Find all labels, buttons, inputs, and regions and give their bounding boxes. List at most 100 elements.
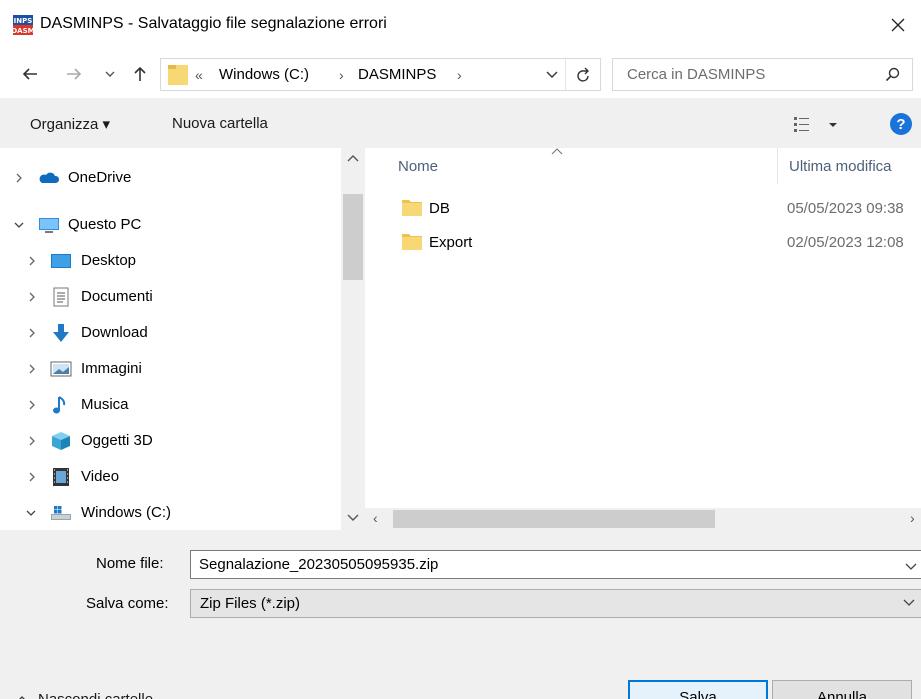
address-bar[interactable]: « Windows (C:) › DASMINPS › — [160, 58, 601, 91]
chevron-down-icon[interactable] — [546, 71, 558, 79]
scrollbar-thumb[interactable] — [393, 510, 715, 528]
tree-item-desktop[interactable]: Desktop — [0, 245, 341, 277]
save-as-label: Salva come: — [86, 595, 169, 612]
svg-text:INPS: INPS — [14, 17, 33, 25]
column-separator[interactable] — [777, 148, 778, 184]
filename-input[interactable] — [190, 550, 921, 579]
tree-item-onedrive[interactable]: OneDrive — [0, 162, 341, 194]
scroll-left-icon[interactable]: ‹ — [373, 510, 378, 526]
tree-item-label: Immagini — [81, 360, 142, 377]
save-panel: Nome file: Salva come: Zip Files (*.zip)… — [0, 530, 921, 699]
tree-item-download[interactable]: Download — [0, 317, 341, 349]
file-row[interactable]: Export 02/05/2023 12:08 — [372, 226, 921, 260]
file-modified: 02/05/2023 12:08 — [787, 234, 904, 251]
chevron-right-icon[interactable] — [25, 398, 39, 412]
computer-icon — [39, 218, 59, 233]
tree-item-questo-pc[interactable]: Questo PC — [0, 209, 341, 241]
svg-text:DASM: DASM — [13, 27, 33, 35]
chevron-right-icon[interactable] — [12, 171, 26, 185]
forward-button[interactable] — [60, 60, 88, 88]
chevron-right-icon[interactable] — [25, 362, 39, 376]
column-header-modified[interactable]: Ultima modifica — [789, 158, 892, 175]
cube-icon — [52, 432, 70, 450]
tree-item-windows-c[interactable]: Windows (C:) — [0, 497, 341, 529]
chevron-down-icon — [903, 599, 915, 606]
arrow-left-icon — [22, 68, 37, 80]
file-list-scrollbar[interactable]: ‹ › — [365, 508, 921, 530]
command-bar: Organizza ▾ Nuova cartella ? — [0, 98, 921, 148]
search-icon[interactable] — [885, 67, 901, 83]
drive-icon — [51, 506, 71, 520]
filename-label: Nome file: — [96, 555, 164, 572]
chevron-down-icon[interactable] — [905, 563, 917, 571]
tree-item-label: Questo PC — [68, 216, 142, 233]
file-name: DB — [429, 200, 450, 217]
breadcrumb-separator[interactable]: › — [457, 67, 462, 83]
chevron-down-icon[interactable] — [24, 506, 38, 520]
chevron-right-icon[interactable] — [25, 470, 39, 484]
file-row[interactable]: DB 05/05/2023 09:38 — [372, 192, 921, 226]
tree-item-label: Oggetti 3D — [81, 432, 153, 449]
new-folder-button[interactable]: Nuova cartella — [172, 115, 268, 132]
address-row: « Windows (C:) › DASMINPS › Cerca in DAS… — [0, 50, 921, 98]
title-bar: INPS DASM DASMINPS - Salvataggio file se… — [0, 0, 921, 50]
tree-item-video[interactable]: Video — [0, 461, 341, 493]
document-icon — [53, 287, 69, 307]
organize-menu[interactable]: Organizza ▾ — [30, 115, 110, 133]
details-view-icon — [794, 117, 837, 132]
chevron-down-icon[interactable] — [12, 218, 26, 232]
arrow-up-icon — [134, 66, 146, 81]
chevron-right-icon[interactable] — [25, 326, 39, 340]
folder-icon — [402, 200, 422, 216]
breadcrumb-overflow[interactable]: « — [195, 67, 203, 83]
breadcrumb-item-dasminps[interactable]: DASMINPS — [358, 66, 436, 83]
tree-item-musica[interactable]: Musica — [0, 389, 341, 421]
app-icon: INPS DASM — [13, 15, 33, 35]
column-header-name[interactable]: Nome — [398, 158, 438, 175]
video-icon — [53, 468, 69, 486]
folder-icon — [168, 65, 188, 85]
file-name: Export — [429, 234, 473, 251]
tree-item-label: Windows (C:) — [81, 504, 172, 521]
chevron-right-icon[interactable] — [25, 434, 39, 448]
back-button[interactable] — [16, 60, 44, 88]
tree-item-documenti[interactable]: Documenti — [0, 281, 341, 313]
tree-item-immagini[interactable]: Immagini — [0, 353, 341, 385]
tree-item-label: Musica — [81, 396, 129, 413]
breadcrumb-separator[interactable]: › — [339, 67, 344, 83]
tree-item-label: Download — [81, 324, 148, 341]
tree-item-label: OneDrive — [68, 169, 132, 186]
pictures-icon — [50, 361, 72, 377]
recent-locations-button[interactable] — [100, 60, 120, 88]
scrollbar-thumb[interactable] — [343, 194, 363, 280]
file-modified: 05/05/2023 09:38 — [787, 200, 904, 217]
view-options-button[interactable] — [792, 113, 852, 137]
music-icon — [53, 396, 66, 414]
save-button[interactable]: Salva — [628, 680, 768, 699]
navigation-pane-scrollbar[interactable] — [341, 148, 365, 530]
scroll-right-icon[interactable]: › — [910, 510, 915, 526]
search-box[interactable]: Cerca in DASMINPS — [612, 58, 913, 91]
close-icon — [891, 18, 905, 32]
chevron-right-icon[interactable] — [25, 254, 39, 268]
breadcrumb-item-windows-c[interactable]: Windows (C:) — [219, 66, 309, 83]
download-icon — [53, 324, 69, 342]
close-button[interactable] — [880, 10, 916, 40]
file-type-value: Zip Files (*.zip) — [200, 595, 301, 612]
file-type-select[interactable]: Zip Files (*.zip) — [190, 589, 921, 618]
search-placeholder: Cerca in DASMINPS — [627, 66, 766, 83]
help-button[interactable]: ? — [890, 113, 912, 135]
folder-icon — [402, 234, 422, 250]
chevron-right-icon[interactable] — [25, 290, 39, 304]
chevron-down-icon — [105, 71, 115, 77]
scroll-up-icon[interactable] — [347, 154, 359, 162]
hide-folders-label: Nascondi cartelle — [38, 690, 154, 699]
scroll-down-icon[interactable] — [347, 514, 359, 522]
sort-ascending-icon — [551, 148, 563, 155]
up-button[interactable] — [126, 60, 154, 88]
tree-item-oggetti-3d[interactable]: Oggetti 3D — [0, 425, 341, 457]
refresh-button[interactable] — [565, 59, 601, 90]
cancel-button[interactable]: Annulla — [772, 680, 912, 699]
chevron-up-icon — [19, 696, 25, 699]
hide-folders-toggle[interactable]: Nascondi cartelle — [16, 686, 153, 699]
